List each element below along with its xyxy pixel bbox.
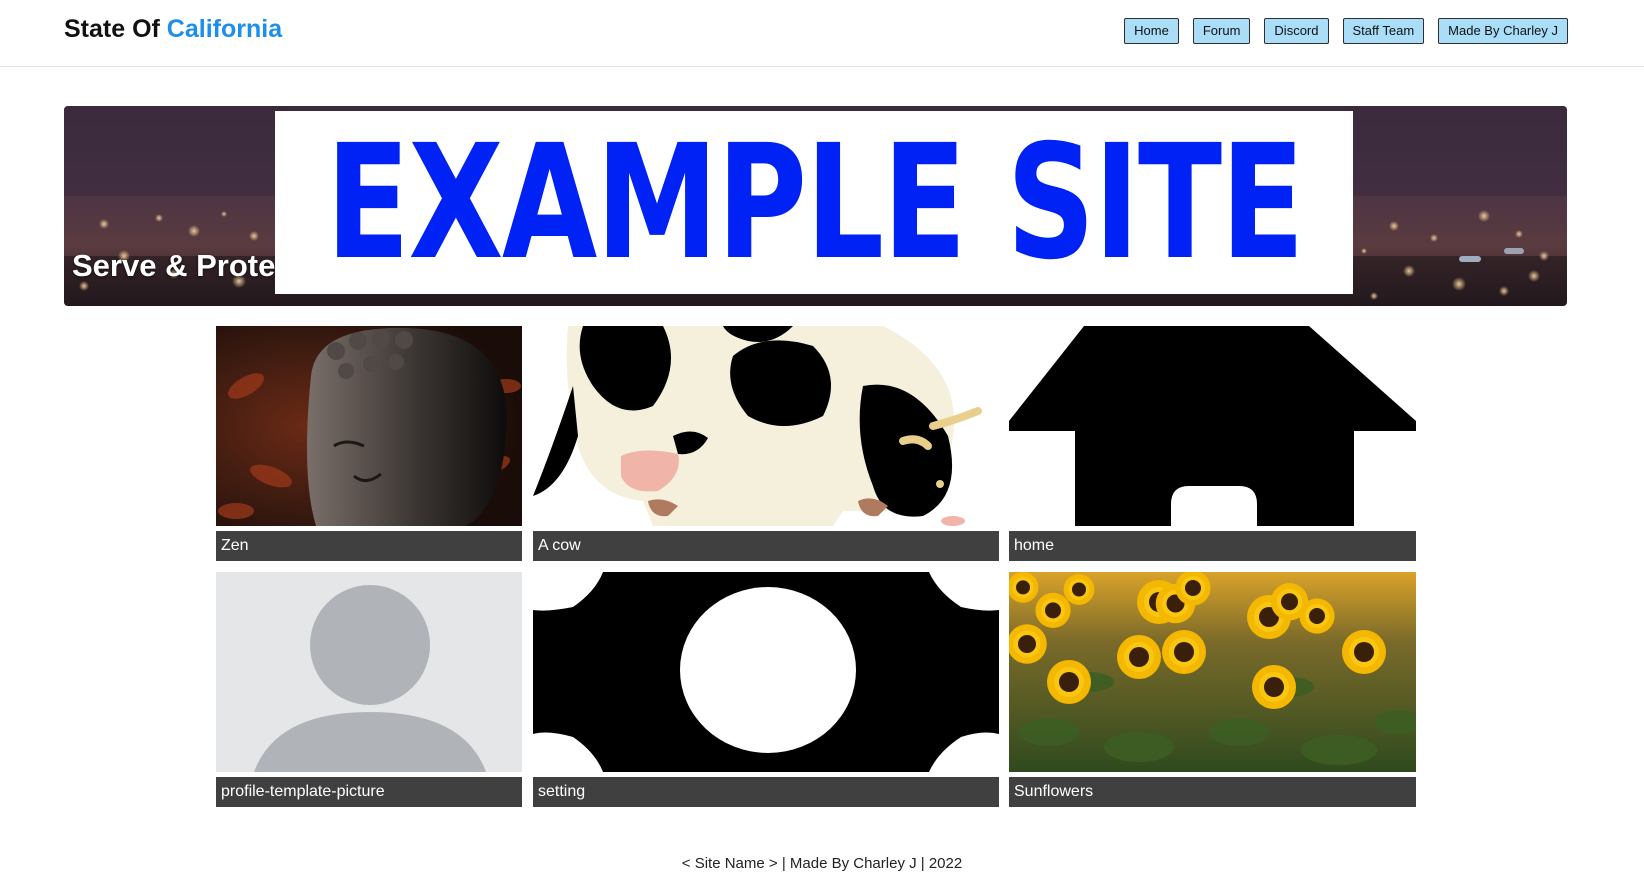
gallery-item-cow[interactable]: A cow <box>533 326 999 561</box>
gallery-caption: Zen <box>216 531 522 561</box>
nav-forum-button[interactable]: Forum <box>1192 18 1251 44</box>
example-site-text: EXAMPLE SITE <box>325 110 1304 295</box>
nav-discord-button[interactable]: Discord <box>1264 18 1329 44</box>
sunflowers-image <box>1009 572 1416 772</box>
gallery-item-sunflowers[interactable]: Sunflowers <box>1009 572 1416 807</box>
nav-home-button[interactable]: Home <box>1124 18 1179 44</box>
gear-icon <box>533 572 999 772</box>
site-title-prefix: State Of <box>64 15 167 43</box>
gallery-caption: setting <box>533 777 999 807</box>
home-icon <box>1009 326 1416 526</box>
top-bar: State Of California Home Forum Discord S… <box>0 0 1644 67</box>
gallery-item-zen[interactable]: Zen <box>216 326 522 561</box>
buddha-statue-image <box>216 326 522 526</box>
profile-placeholder-image <box>216 572 522 772</box>
cow-image <box>533 326 999 526</box>
gallery-item-home[interactable]: home <box>1009 326 1416 561</box>
gallery-item-setting[interactable]: setting <box>533 572 999 807</box>
site-title[interactable]: State Of California <box>64 15 282 44</box>
site-title-accent: California <box>166 15 283 43</box>
gallery-caption: Sunflowers <box>1009 777 1416 807</box>
nav-bar: Home Forum Discord Staff Team Made By Ch… <box>1124 18 1568 44</box>
nav-staff-team-button[interactable]: Staff Team <box>1342 18 1425 44</box>
gallery-caption: A cow <box>533 531 999 561</box>
footer-text: < Site Name > | Made By Charley J | 2022 <box>681 855 963 872</box>
hero-banner: Serve & Protect the Citizens Of U.S. EXA… <box>64 106 1567 306</box>
gallery-item-profile[interactable]: profile-template-picture <box>216 572 522 807</box>
example-site-overlay: EXAMPLE SITE <box>275 111 1353 294</box>
gallery-caption: profile-template-picture <box>216 777 522 807</box>
nav-made-by-button[interactable]: Made By Charley J <box>1438 18 1568 44</box>
gallery-caption: home <box>1009 531 1416 561</box>
